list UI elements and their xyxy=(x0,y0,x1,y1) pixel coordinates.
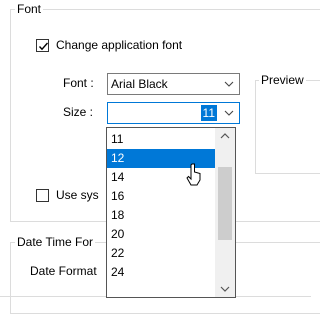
change-font-label[interactable]: Change application font xyxy=(56,37,182,53)
mouse-cursor-icon xyxy=(186,163,201,186)
size-option-20[interactable]: 20 xyxy=(107,225,215,244)
preview-group xyxy=(255,80,320,174)
size-combobox-value: 11 xyxy=(200,105,217,121)
chevron-down-icon[interactable] xyxy=(215,280,235,297)
size-label: Size : xyxy=(63,105,94,119)
chevron-down-icon xyxy=(224,81,234,87)
size-option-18[interactable]: 18 xyxy=(107,206,215,225)
use-system-label[interactable]: Use sys xyxy=(56,187,99,203)
size-combobox[interactable]: 11 xyxy=(107,102,240,124)
chevron-down-icon xyxy=(224,110,234,116)
font-combobox[interactable]: Arial Black xyxy=(107,73,240,95)
size-option-22[interactable]: 22 xyxy=(107,244,215,263)
chevron-up-icon[interactable] xyxy=(215,128,235,145)
size-option-24[interactable]: 24 xyxy=(107,263,215,282)
size-dropdown-list[interactable]: 11 12 14 16 18 20 22 24 xyxy=(106,127,236,298)
date-time-group-legend: Date Time For xyxy=(15,235,96,249)
font-group-legend: Font xyxy=(15,2,44,16)
scrollbar[interactable] xyxy=(215,128,235,297)
preview-group-legend: Preview xyxy=(259,73,306,87)
font-combobox-value: Arial Black xyxy=(111,77,168,91)
date-format-label: Date Format xyxy=(30,264,97,278)
size-option-16[interactable]: 16 xyxy=(107,187,215,206)
change-font-checkbox[interactable] xyxy=(36,39,49,52)
size-option-11[interactable]: 11 xyxy=(107,130,215,149)
scrollbar-thumb[interactable] xyxy=(218,166,232,240)
font-label: Font : xyxy=(63,76,94,90)
checkmark-icon xyxy=(38,42,49,51)
use-system-checkbox[interactable] xyxy=(36,189,49,202)
